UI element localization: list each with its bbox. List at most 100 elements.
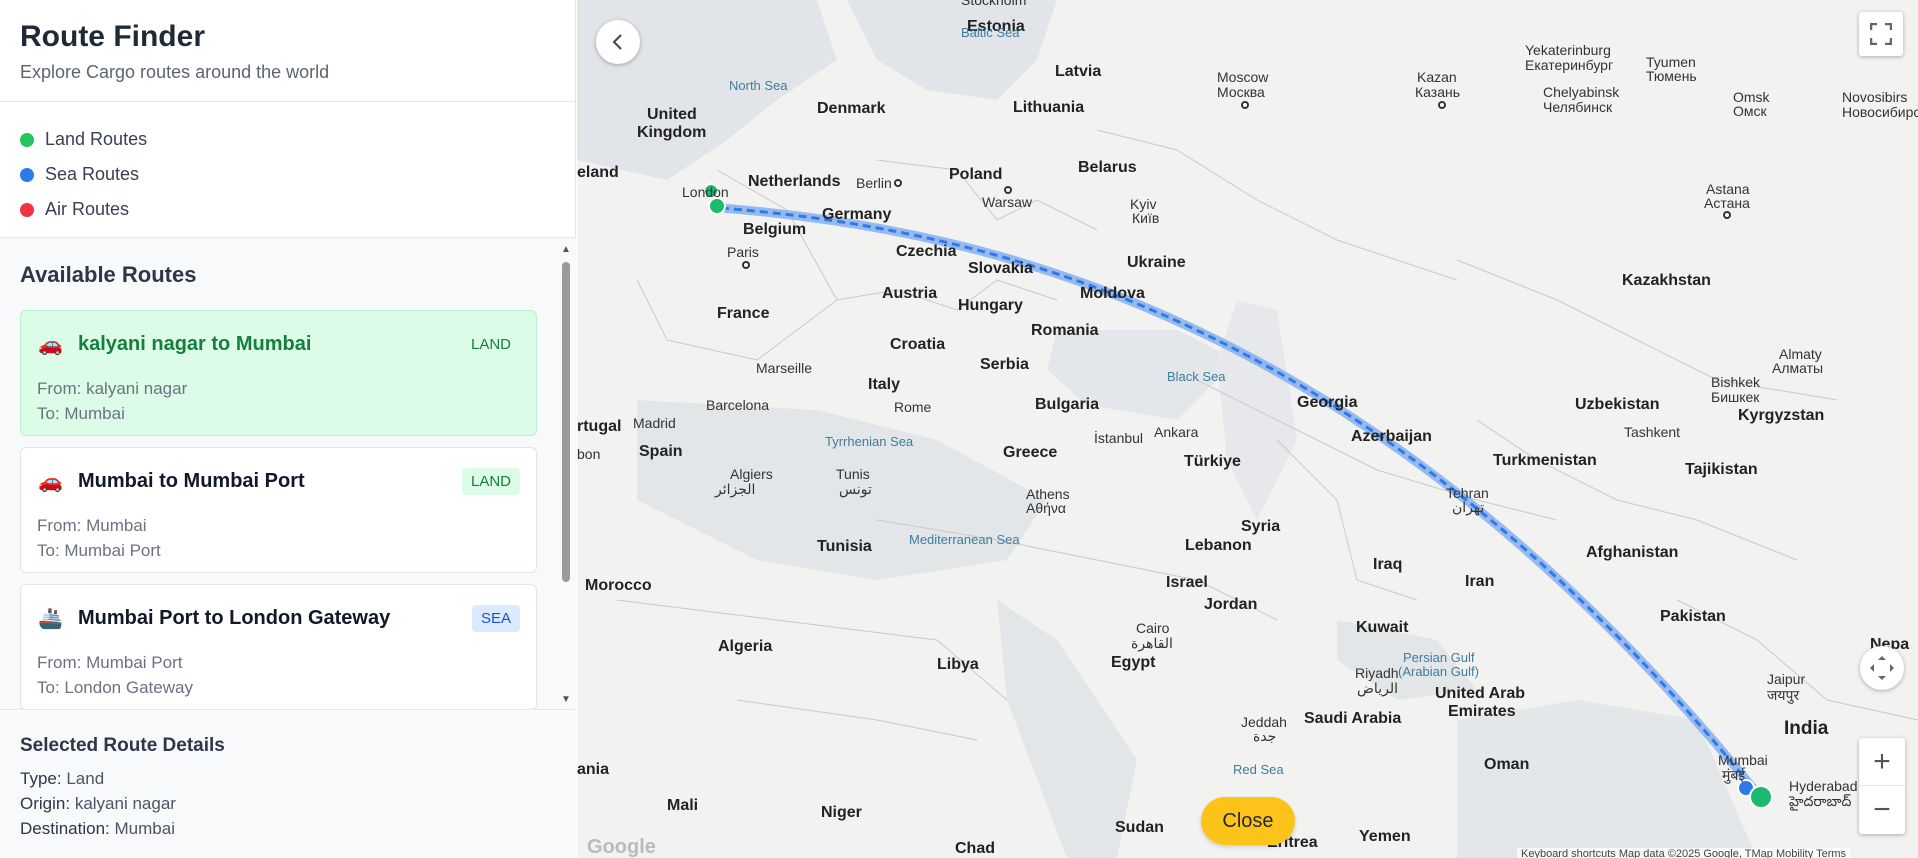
map-label: الجزائر	[715, 481, 756, 497]
map-label: Lebanon	[1185, 537, 1252, 554]
legend-label: Land Routes	[45, 129, 148, 149]
map-label: Afghanistan	[1586, 544, 1679, 561]
map-label: Tunis	[836, 466, 870, 482]
zoom-in-button[interactable]: +	[1859, 738, 1905, 786]
london-gateway-marker[interactable]	[708, 197, 726, 215]
google-logo: Google	[587, 836, 656, 858]
detail-origin: Origin: kalyani nagar	[20, 794, 556, 819]
available-routes-panel[interactable]: Available Routes 🚗 kalyani nagar to Mumb…	[0, 238, 576, 710]
detail-value: Mumbai	[114, 819, 175, 838]
map-label: Sudan	[1115, 819, 1164, 836]
map-label: Egypt	[1111, 654, 1156, 671]
details-title: Selected Route Details	[20, 735, 225, 756]
map-label: Tashkent	[1624, 424, 1681, 440]
map-label: Romania	[1031, 322, 1099, 339]
map-label: Астана	[1704, 195, 1750, 211]
car-icon: 🚗	[38, 470, 63, 493]
city-dot-icon	[1438, 101, 1446, 109]
map-label: Tunisia	[817, 538, 872, 555]
route-card-mumbai-to-mumbai-port[interactable]: 🚗 Mumbai to Mumbai Port LAND From: Mumba…	[20, 447, 537, 573]
map-label: Казань	[1415, 84, 1461, 100]
map-label: Kuwait	[1356, 619, 1409, 636]
map-label: Persian Gulf	[1403, 650, 1475, 665]
map-label: ania	[577, 761, 610, 778]
route-name: kalyani nagar to Mumbai	[78, 332, 312, 355]
map-label: İstanbul	[1094, 430, 1144, 446]
map-label: Czechia	[896, 243, 957, 260]
route-card-kalyani-nagar-to-mumbai[interactable]: 🚗 kalyani nagar to Mumbai LAND From: kal…	[20, 310, 537, 436]
baltic-sea-water	[847, 0, 1057, 100]
map-label: Tajikistan	[1685, 461, 1758, 478]
map-label: Riyadh	[1355, 665, 1399, 681]
fullscreen-button[interactable]	[1859, 12, 1903, 56]
scroll-up-arrow-icon[interactable]: ▲	[560, 244, 572, 256]
map-label: Iraq	[1373, 556, 1403, 573]
map-label: eland	[577, 164, 619, 181]
sea-dot-icon	[20, 167, 34, 182]
map-label: Chad	[955, 840, 995, 857]
collapse-sidebar-button[interactable]	[596, 20, 640, 64]
map-label: Kazan	[1417, 69, 1457, 85]
map-label: India	[1784, 718, 1829, 739]
map-label: Тюмень	[1646, 68, 1697, 84]
route-type-badge: LAND	[461, 467, 520, 495]
map-label: Greece	[1003, 444, 1058, 461]
map-label: Ankara	[1154, 424, 1199, 440]
map-label: Serbia	[980, 356, 1029, 373]
mumbai-marker[interactable]	[1749, 785, 1773, 809]
map-label: Red Sea	[1233, 762, 1284, 777]
detail-value: Land	[66, 769, 105, 788]
air-dot-icon	[20, 202, 34, 217]
map-label: Türkiye	[1184, 453, 1241, 470]
map-label: Jordan	[1204, 596, 1258, 613]
fullscreen-icon	[1870, 23, 1892, 45]
scroll-thumb[interactable]	[562, 262, 570, 582]
legend-item-land: Land Routes	[20, 122, 556, 157]
map-label: Belgium	[743, 221, 807, 238]
route-name: Mumbai Port to London Gateway	[78, 606, 391, 629]
map-label: Ukraine	[1127, 254, 1186, 271]
map-label: Pakistan	[1660, 608, 1726, 625]
map-label: Barcelona	[706, 397, 770, 413]
route-legend: Land Routes Sea Routes Air Routes	[0, 102, 576, 238]
route-type-badge: LAND	[461, 330, 520, 358]
chevron-left-icon	[612, 34, 622, 50]
route-map[interactable]: Estonia Latvia Lithuania Denmark United …	[577, 0, 1918, 858]
map-label: Омск	[1733, 103, 1767, 119]
map-label: Stockholm	[961, 0, 1027, 8]
scroll-down-arrow-icon[interactable]: ▼	[560, 694, 572, 706]
route-card-mumbai-port-to-london-gateway[interactable]: 🚢 Mumbai Port to London Gateway SEA From…	[20, 584, 537, 709]
map-label: Madrid	[633, 415, 676, 431]
selected-route-details: Selected Route Details Type: Land Origin…	[0, 711, 576, 858]
zoom-out-button[interactable]: −	[1859, 786, 1905, 834]
map-label: Kingdom	[637, 124, 707, 141]
map-label: Bulgaria	[1035, 396, 1100, 413]
map-label: Jaipur	[1767, 671, 1806, 687]
route-to: To: London Gateway	[37, 678, 193, 697]
legend-item-sea: Sea Routes	[20, 157, 556, 192]
map-label: Spain	[639, 443, 683, 460]
map-label: rtugal	[577, 418, 622, 435]
map-label: Uzbekistan	[1575, 396, 1660, 413]
route-from: From: Mumbai	[37, 516, 147, 535]
legend-label: Sea Routes	[45, 164, 140, 184]
map-label: London	[682, 184, 729, 200]
map-label: Syria	[1241, 518, 1281, 535]
map-label: United	[647, 106, 697, 123]
ship-icon: 🚢	[38, 607, 63, 630]
map-label: Екатеринбург	[1525, 57, 1614, 73]
map-label: Kyrgyzstan	[1738, 407, 1825, 424]
map-label: Mali	[667, 797, 699, 814]
app-header: Route Finder Explore Cargo routes around…	[0, 0, 576, 102]
map-attribution[interactable]: Keyboard shortcuts Map data ©2025 Google…	[1517, 848, 1851, 858]
map-label: Алматы	[1772, 360, 1824, 376]
detail-type: Type: Land	[20, 769, 556, 794]
pan-control-button[interactable]	[1860, 646, 1904, 690]
routes-scrollbar[interactable]: ▲ ▼	[559, 244, 573, 706]
map-label: Italy	[868, 376, 901, 393]
route-to: To: Mumbai Port	[37, 541, 161, 560]
city-dot-icon	[742, 261, 750, 269]
map-label: Croatia	[890, 336, 946, 353]
close-button[interactable]: Close	[1201, 797, 1295, 845]
routes-title: Available Routes	[20, 262, 197, 287]
